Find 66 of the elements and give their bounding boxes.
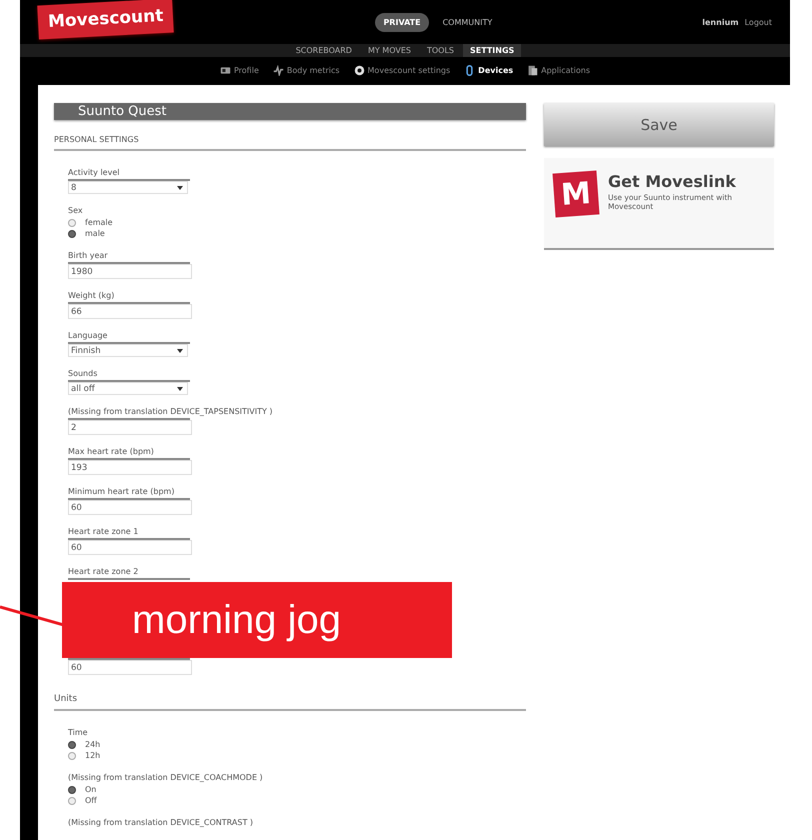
radio-button[interactable] — [68, 752, 76, 760]
username[interactable]: lennium — [702, 18, 739, 27]
nav-tab[interactable]: SETTINGS — [462, 44, 522, 58]
subnav-link[interactable]: Devices — [464, 65, 514, 76]
radio-option[interactable]: male — [68, 228, 526, 239]
device-title-bar: Suunto Quest — [54, 103, 526, 120]
nav-tab[interactable]: TOOLS — [420, 44, 461, 58]
section-heading: Units — [54, 686, 526, 711]
subnav-link[interactable]: Movescount settings — [354, 65, 450, 76]
field-label: (Missing from translation DEVICE_CONTRAST ) — [68, 817, 254, 829]
card-icon — [220, 65, 231, 76]
field-label: Sounds — [68, 368, 98, 380]
gear-icon — [354, 65, 365, 76]
text-field[interactable]: 60 — [68, 500, 192, 515]
field-label: Time — [68, 727, 89, 739]
nav-tab[interactable]: MY MOVES — [360, 44, 418, 58]
subnav-link[interactable]: Body metrics — [272, 65, 340, 76]
scope-tab[interactable]: COMMUNITY — [434, 12, 500, 32]
field-label: Minimum heart rate (bpm) — [68, 486, 176, 498]
field-label: Heart rate zone 2 — [68, 566, 140, 578]
radio-button[interactable] — [68, 796, 76, 804]
field-label: Sex — [68, 205, 84, 217]
radio-button[interactable] — [68, 230, 76, 238]
radio-button[interactable] — [68, 740, 76, 748]
text-field[interactable]: 193 — [68, 460, 192, 475]
caret-icon — [177, 348, 183, 352]
field-label: Birth year — [68, 250, 109, 262]
nav-tab[interactable]: SCOREBOARD — [288, 44, 359, 58]
text-field[interactable]: 66 — [68, 304, 192, 319]
radio-option[interactable]: On — [68, 784, 526, 795]
radio-option[interactable]: 12h — [68, 750, 526, 761]
caret-icon — [177, 186, 183, 190]
leader-line — [0, 605, 64, 629]
radio-button[interactable] — [68, 786, 76, 794]
radio-option[interactable]: female — [68, 217, 526, 228]
dropdown[interactable]: all off — [68, 382, 188, 395]
callout-label: morning jog — [62, 582, 452, 658]
watch-icon — [464, 65, 476, 76]
field-label: (Missing from translation DEVICE_COACHMODE ) — [68, 772, 264, 784]
subnav-link[interactable]: Profile — [220, 65, 259, 76]
save-button[interactable]: Save — [544, 103, 774, 146]
field-label: Activity level — [68, 167, 120, 179]
subnav-link[interactable]: Applications — [527, 65, 590, 76]
scope-tab[interactable]: PRIVATE — [375, 12, 429, 32]
field-label: Heart rate zone 1 — [68, 526, 140, 538]
radio-button[interactable] — [68, 218, 76, 226]
pulse-icon — [272, 65, 284, 76]
movescount-logo[interactable]: Movescount — [37, 0, 174, 40]
section-heading: PERSONAL SETTINGS — [54, 120, 526, 151]
field-label: Weight (kg) — [68, 290, 116, 302]
field-label: Language — [68, 330, 108, 342]
text-field[interactable]: 2 — [68, 420, 192, 435]
radio-option[interactable]: 24h — [68, 739, 526, 750]
text-field[interactable]: 60 — [68, 540, 192, 555]
text-field[interactable]: 1980 — [68, 264, 192, 279]
field-label: (Missing from translation DEVICE_TAPSENSITIVITY ) — [68, 406, 274, 418]
dropdown[interactable]: Finnish — [68, 344, 188, 357]
field-label: Max heart rate (bpm) — [68, 446, 155, 458]
logout-link[interactable]: Logout — [744, 18, 772, 27]
promo-title: Get Moveslink — [608, 172, 737, 191]
phone-icon — [527, 65, 538, 76]
text-field[interactable]: 60 — [68, 660, 192, 675]
moveslink-logo: M — [552, 170, 600, 218]
dropdown[interactable]: 8 — [68, 181, 188, 194]
caret-icon — [177, 386, 183, 390]
radio-option[interactable]: Off — [68, 795, 526, 806]
